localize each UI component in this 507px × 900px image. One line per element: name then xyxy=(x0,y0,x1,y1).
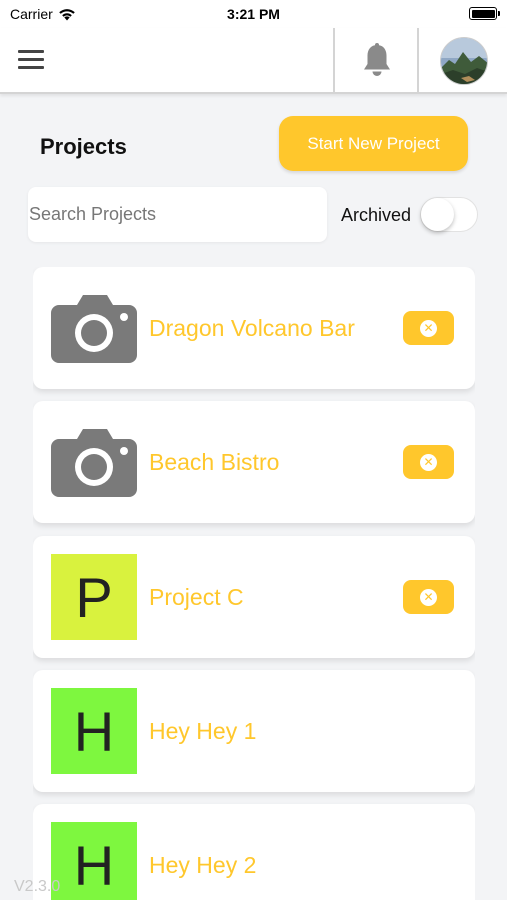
close-icon: ✕ xyxy=(420,319,437,337)
remove-project-button[interactable]: ✕ xyxy=(403,580,454,614)
project-thumbnail xyxy=(51,285,137,371)
project-name: Hey Hey 1 xyxy=(149,718,257,744)
project-name: Hey Hey 2 xyxy=(149,852,257,878)
notifications-button[interactable] xyxy=(336,28,418,94)
page-title: Projects xyxy=(40,134,127,159)
remove-project-button[interactable]: ✕ xyxy=(403,311,454,345)
project-thumbnail: H xyxy=(51,822,137,900)
close-icon: ✕ xyxy=(420,588,437,606)
project-name: Beach Bistro xyxy=(149,449,280,475)
project-initial: H xyxy=(73,699,115,763)
project-thumbnail: H xyxy=(51,688,137,774)
project-card[interactable]: H Hey Hey 1 xyxy=(33,670,475,792)
clock: 3:21 PM xyxy=(227,6,280,22)
project-card[interactable]: Beach Bistro ✕ xyxy=(33,401,475,523)
search-box xyxy=(28,187,327,242)
project-name: Project C xyxy=(149,584,244,610)
project-card[interactable]: Dragon Volcano Bar ✕ xyxy=(33,267,475,389)
remove-project-button[interactable]: ✕ xyxy=(403,445,454,479)
version-label: V2.3.0 xyxy=(14,878,61,895)
search-input[interactable] xyxy=(28,187,327,242)
project-thumbnail: P xyxy=(51,554,137,640)
close-icon: ✕ xyxy=(420,453,437,471)
project-initial: H xyxy=(73,833,115,897)
status-bar: Carrier 3:21 PM xyxy=(0,0,507,28)
nav-divider xyxy=(417,28,419,94)
bell-icon xyxy=(364,43,390,76)
project-list: Dragon Volcano Bar ✕ Beach Bistro ✕ P Pr… xyxy=(33,267,475,900)
start-new-project-button[interactable]: Start New Project xyxy=(279,116,468,171)
battery-icon xyxy=(469,7,500,20)
hamburger-menu-icon[interactable] xyxy=(18,50,44,70)
profile-button[interactable] xyxy=(420,28,507,94)
toggle-knob xyxy=(421,198,454,231)
archived-label: Archived xyxy=(341,205,412,225)
archived-toggle[interactable] xyxy=(420,197,478,232)
nav-divider xyxy=(333,28,335,94)
project-name: Dragon Volcano Bar xyxy=(149,315,355,341)
project-card[interactable]: H Hey Hey 2 xyxy=(33,804,475,900)
camera-icon xyxy=(51,295,137,363)
project-thumbnail xyxy=(51,419,137,505)
project-card[interactable]: P Project C ✕ xyxy=(33,536,475,658)
project-initial: P xyxy=(75,565,113,629)
user-avatar xyxy=(439,37,488,85)
top-nav-bar xyxy=(0,28,507,94)
camera-icon xyxy=(51,429,137,497)
